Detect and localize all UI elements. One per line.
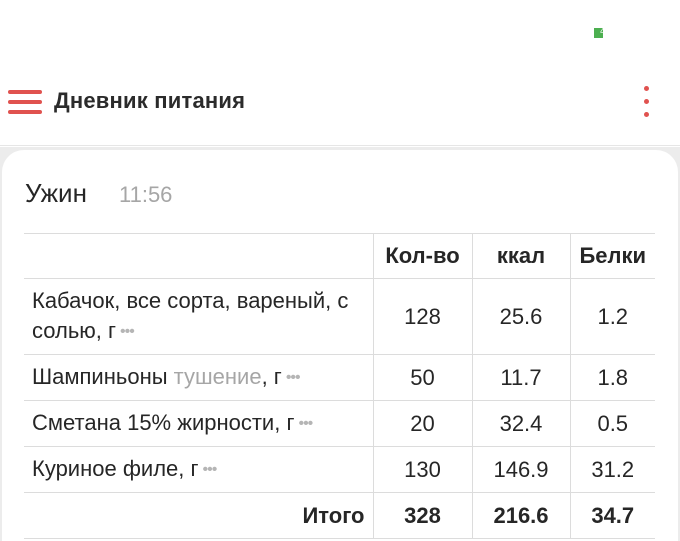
header-kcal: ккал bbox=[471, 233, 571, 279]
table-row[interactable]: Кабачок, все сорта, вареный, с солью, г •… bbox=[24, 278, 655, 355]
food-qty: 20 bbox=[372, 400, 473, 447]
food-protein: 1.8 bbox=[569, 354, 655, 401]
more-dots-icon[interactable]: ••• bbox=[298, 415, 313, 432]
more-dots-icon[interactable]: ••• bbox=[286, 369, 301, 386]
food-name: Шампиньоны тушение, г ••• bbox=[24, 354, 374, 401]
food-prep: тушение bbox=[173, 364, 262, 389]
status-bar: 4 bbox=[0, 0, 680, 70]
food-protein: 1.2 bbox=[569, 278, 655, 355]
food-name: Кабачок, все сорта, вареный, с солью, г •… bbox=[24, 278, 374, 355]
food-kcal: 11.7 bbox=[471, 354, 571, 401]
more-dots-icon[interactable]: ••• bbox=[120, 323, 135, 340]
table-row[interactable]: Куриное филе, г ••• 130 146.9 31.2 bbox=[24, 446, 655, 493]
food-qty: 130 bbox=[372, 446, 473, 493]
food-unit: , г bbox=[261, 364, 282, 389]
table-total-row: Итого 328 216.6 34.7 bbox=[24, 492, 655, 539]
table-header-row: Кол-во ккал Белки bbox=[24, 233, 655, 279]
food-name: Сметана 15% жирности, г ••• bbox=[24, 400, 374, 447]
header-name-cell bbox=[24, 233, 374, 279]
nutrition-table: Кол-во ккал Белки Кабачок, все сорта, ва… bbox=[24, 233, 655, 539]
more-vertical-icon[interactable] bbox=[636, 84, 656, 120]
more-dots-icon[interactable]: ••• bbox=[203, 461, 218, 478]
battery-level: 4 bbox=[600, 27, 606, 36]
header-qty: Кол-во bbox=[372, 233, 473, 279]
food-protein: 0.5 bbox=[569, 400, 655, 447]
header-protein: Белки bbox=[569, 233, 655, 279]
food-kcal: 146.9 bbox=[471, 446, 571, 493]
food-name: Куриное филе, г ••• bbox=[24, 446, 374, 493]
table-row[interactable]: Сметана 15% жирности, г ••• 20 32.4 0.5 bbox=[24, 400, 655, 447]
app-title: Дневник питания bbox=[54, 88, 246, 113]
food-kcal: 32.4 bbox=[471, 400, 571, 447]
food-kcal: 25.6 bbox=[471, 278, 571, 355]
table-row[interactable]: Шампиньоны тушение, г ••• 50 11.7 1.8 bbox=[24, 354, 655, 401]
total-qty: 328 bbox=[372, 492, 473, 539]
app-bar: Дневник питания bbox=[0, 70, 680, 146]
food-qty: 128 bbox=[372, 278, 473, 355]
food-qty: 50 bbox=[372, 354, 473, 401]
meal-title: Ужин bbox=[25, 178, 87, 208]
hamburger-icon[interactable] bbox=[8, 88, 42, 118]
meal-time: 11:56 bbox=[119, 182, 173, 207]
battery-icon: 4 bbox=[594, 27, 608, 38]
total-protein: 34.7 bbox=[569, 492, 655, 539]
food-protein: 31.2 bbox=[569, 446, 655, 493]
total-kcal: 216.6 bbox=[471, 492, 571, 539]
total-label: Итого bbox=[24, 492, 374, 539]
